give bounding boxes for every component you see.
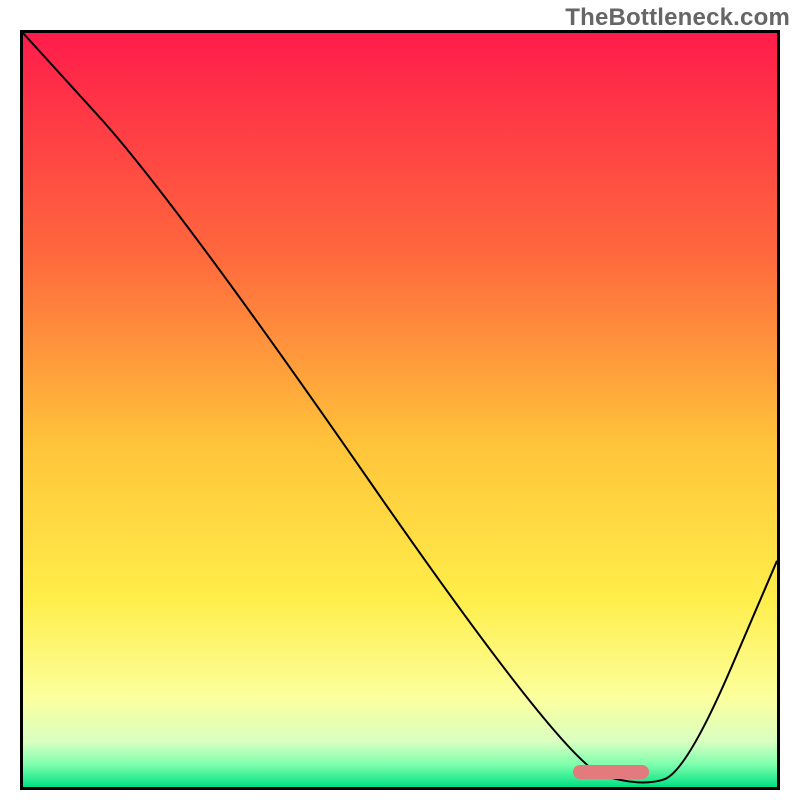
chart-stage: TheBottleneck.com [0,0,800,800]
bottleneck-curve [23,33,777,787]
plot-area [20,30,780,790]
watermark-text: TheBottleneck.com [565,4,790,32]
optimal-range-marker [573,765,648,779]
